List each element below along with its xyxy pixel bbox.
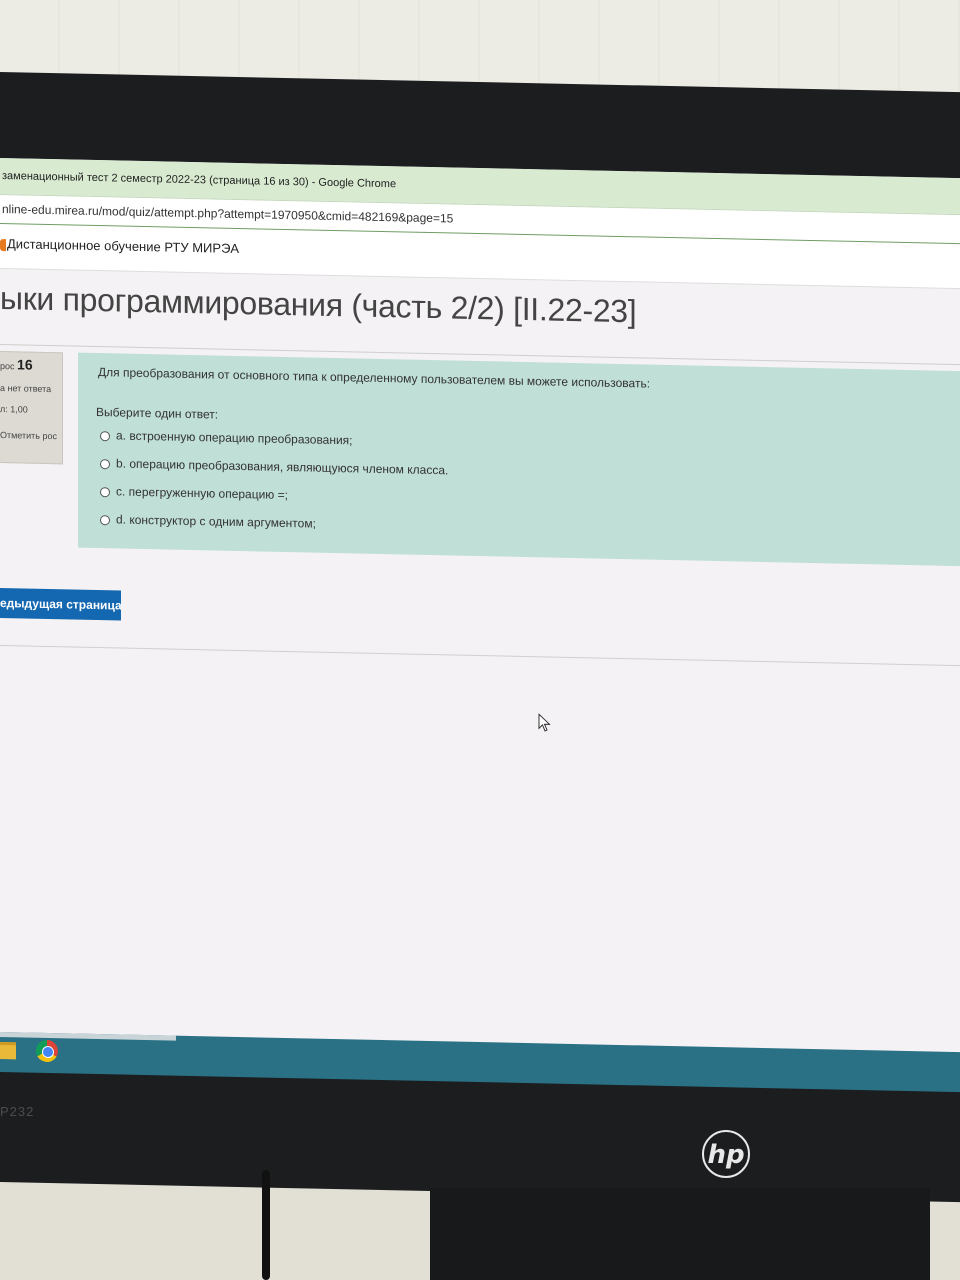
site-name[interactable]: Дистанционное обучение РТУ МИРЭА	[7, 236, 239, 256]
question-grade: л: 1,00	[0, 404, 28, 415]
monitor-cable	[262, 1170, 270, 1280]
question-state: а нет ответа	[0, 383, 52, 395]
chrome-icon[interactable]	[36, 1039, 58, 1063]
answer-prompt: Выберите один ответ:	[96, 405, 219, 422]
question-number-value: 16	[17, 356, 33, 373]
flag-question-link[interactable]: Отметить рос	[0, 428, 60, 443]
question-number: рос 16	[0, 356, 33, 373]
answer-option-c[interactable]: c. перегруженную операцию =;	[100, 484, 288, 502]
radio-button[interactable]	[100, 430, 110, 442]
monitor-model: P232	[0, 1104, 35, 1119]
question-number-label: рос	[0, 361, 15, 372]
answer-option-a[interactable]: a. встроенную операцию преобразования;	[100, 428, 353, 447]
file-explorer-icon[interactable]	[0, 1042, 16, 1060]
radio-button[interactable]	[100, 514, 110, 526]
previous-page-button[interactable]: едыдущая страница	[0, 588, 122, 621]
answer-option-d[interactable]: d. конструктор с одним аргументом;	[100, 512, 316, 531]
divider	[0, 645, 960, 667]
question-content: Для преобразования от основного типа к о…	[78, 352, 960, 567]
course-title: ыки программирования (часть 2/2) [II.22-…	[0, 280, 637, 330]
hp-logo-icon: hp	[702, 1130, 750, 1178]
monitor-screen: заменационный тест 2 семестр 2022-23 (ст…	[0, 158, 960, 1091]
answer-label: d. конструктор с одним аргументом;	[116, 512, 316, 531]
site-logo-icon	[0, 238, 6, 251]
mouse-cursor-icon	[538, 713, 551, 732]
radio-button[interactable]	[100, 458, 110, 470]
question-info-panel: рос 16 а нет ответа л: 1,00 Отметить рос	[0, 351, 63, 465]
answer-option-b[interactable]: b. операцию преобразования, являющуюся ч…	[100, 456, 448, 477]
answer-label: c. перегруженную операцию =;	[116, 484, 288, 503]
answer-label: b. операцию преобразования, являющуюся ч…	[116, 456, 449, 478]
answer-label: a. встроенную операцию преобразования;	[116, 428, 353, 448]
question-text: Для преобразования от основного типа к о…	[98, 365, 651, 391]
monitor-stand	[430, 1188, 930, 1280]
radio-button[interactable]	[100, 486, 110, 498]
